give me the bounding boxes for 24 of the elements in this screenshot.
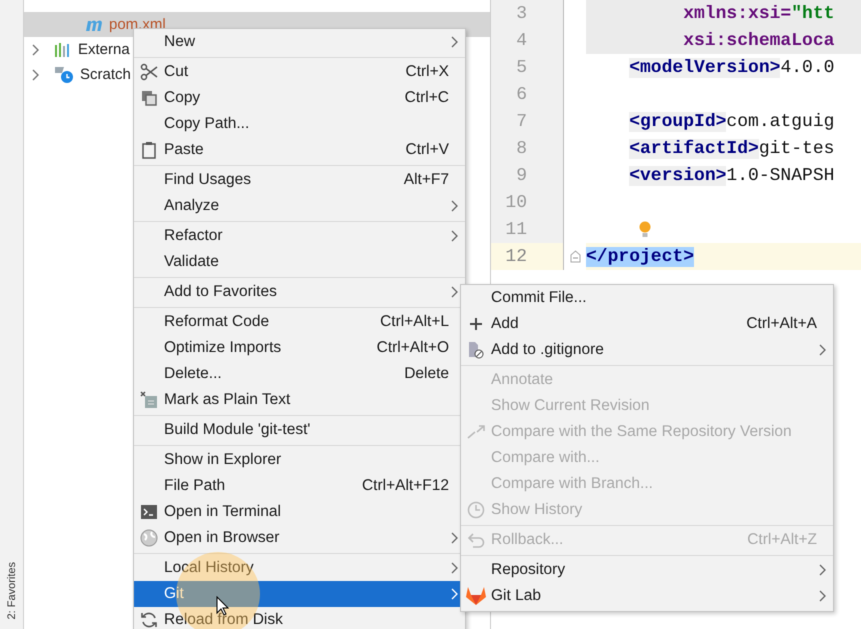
line-number: 3 — [491, 0, 564, 27]
tree-item-label: Externa — [78, 41, 130, 58]
code-token: <modelVersion> — [629, 58, 780, 78]
code-token: </project> — [586, 246, 694, 266]
line-number: 10 — [491, 189, 564, 216]
code-token: com.atguig — [726, 112, 834, 132]
code-token: <artifactId> — [629, 138, 759, 158]
line-number: 4 — [491, 27, 564, 54]
line-number: 5 — [491, 54, 564, 81]
tree-item-label: Scratch — [80, 66, 131, 83]
code-token: <version> — [629, 166, 726, 186]
line-number: 9 — [491, 162, 564, 189]
code-token: 1.0-SNAPSH — [726, 166, 834, 186]
code-token: "htt — [791, 4, 834, 24]
code-token: xsi:schemaLoca — [683, 30, 834, 50]
code-token: 4.0.0 — [780, 58, 834, 78]
line-number: 8 — [491, 135, 564, 162]
line-number: 7 — [491, 108, 564, 135]
code-token: <groupId> — [629, 112, 726, 132]
code-token: xmlns:xsi= — [683, 4, 792, 24]
line-number: 6 — [491, 81, 564, 108]
code-token: git-tes — [758, 138, 834, 158]
line-number: 11 — [491, 216, 564, 243]
line-number: 12 — [491, 243, 564, 270]
